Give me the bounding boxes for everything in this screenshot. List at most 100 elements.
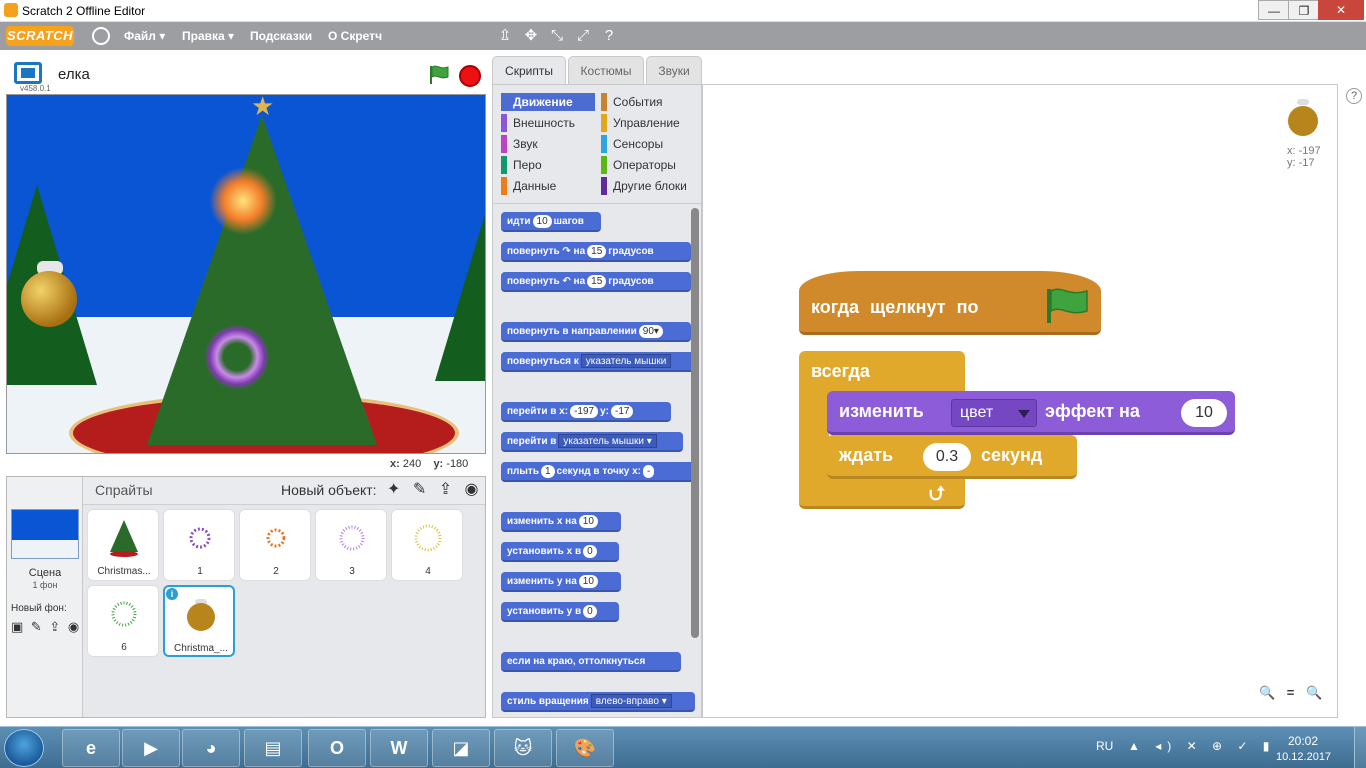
tab-sounds[interactable]: Звуки <box>646 56 702 84</box>
firework-orange-sprite[interactable] <box>209 167 277 235</box>
block-set-x[interactable]: установить х в0 <box>501 542 619 562</box>
dx-input[interactable]: 10 <box>578 515 598 528</box>
y-input[interactable]: -17 <box>610 405 634 418</box>
rotation-style-dropdown[interactable]: влево-вправо ▾ <box>590 694 672 708</box>
maximize-button[interactable]: ❐ <box>1288 0 1320 20</box>
green-flag-icon[interactable] <box>428 64 450 86</box>
menu-about[interactable]: О Скретч <box>328 29 382 43</box>
taskbar-explorer[interactable]: ▤ <box>244 729 302 767</box>
menu-tips[interactable]: Подсказки <box>250 29 312 43</box>
stop-icon[interactable] <box>459 65 481 87</box>
taskbar-scratch[interactable]: 🐱 <box>494 729 552 767</box>
category-operators[interactable]: Операторы <box>601 156 695 174</box>
direction-dropdown[interactable]: 90▾ <box>638 325 663 338</box>
taskbar-paint[interactable]: 🎨 <box>556 729 614 767</box>
block-set-y[interactable]: установить у в0 <box>501 602 619 622</box>
script-area[interactable]: x: -197 y: -17 когда щелкнут по всегда ⮍… <box>702 84 1338 718</box>
wait-block[interactable]: ждать 0.3 секунд <box>827 435 1077 479</box>
category-looks[interactable]: Внешность <box>501 114 595 132</box>
delete-cut-icon[interactable]: ✥ <box>522 27 540 45</box>
category-control[interactable]: Управление <box>601 114 695 132</box>
when-flag-clicked-block[interactable]: когда щелкнут по <box>799 271 1101 335</box>
minimize-button[interactable]: — <box>1258 0 1290 20</box>
block-change-x[interactable]: изменить х на 10 <box>501 512 621 532</box>
taskbar-firefox[interactable]: ◕ <box>182 729 240 767</box>
scene-thumbnail[interactable] <box>11 509 79 559</box>
effect-dropdown[interactable]: цвет <box>951 399 1037 427</box>
tab-scripts[interactable]: Скрипты <box>492 56 566 84</box>
steps-input[interactable]: 10 <box>532 215 552 228</box>
clock-date[interactable]: 10.12.2017 <box>1276 751 1331 763</box>
x-input[interactable]: -197 <box>570 405 599 418</box>
target-dropdown[interactable]: указатель мышки <box>580 354 672 368</box>
help-tool-icon[interactable]: ? <box>600 27 618 45</box>
category-events[interactable]: События <box>601 93 695 111</box>
taskbar-ie[interactable]: e <box>62 729 120 767</box>
language-indicator[interactable]: RU <box>1096 739 1113 753</box>
scratch-logo[interactable]: SCRATCH <box>6 26 74 46</box>
info-icon[interactable]: i <box>166 588 178 600</box>
clock-time[interactable]: 20:02 <box>1288 734 1318 748</box>
block-point-direction[interactable]: повернуть в направлении 90▾ <box>501 322 691 342</box>
menu-edit[interactable]: Правка ▾ <box>182 29 234 43</box>
seconds-input[interactable]: 1 <box>540 465 555 478</box>
sprite-tile-2[interactable]: 2 <box>239 509 311 581</box>
start-button[interactable] <box>4 729 44 767</box>
christmas-tree-sprite[interactable] <box>147 115 377 445</box>
dy-input[interactable]: 10 <box>578 575 598 588</box>
block-turn-right[interactable]: повернуть ↷ на 15 градусов <box>501 242 691 262</box>
palette-scrollbar[interactable] <box>691 208 699 638</box>
category-sensing[interactable]: Сенсоры <box>601 135 695 153</box>
block-goto-xy[interactable]: перейти в x: -197 y: -17 <box>501 402 671 422</box>
system-tray-icons[interactable]: ▲ ◂) ✕ ⊕ ✓ ▮ <box>1128 739 1275 753</box>
shrink-icon[interactable]: ⤢ <box>574 27 592 45</box>
tab-costumes[interactable]: Костюмы <box>568 56 644 84</box>
wait-seconds-input[interactable]: 0.3 <box>923 443 971 471</box>
close-button[interactable]: ✕ <box>1318 0 1364 20</box>
block-rotation-style[interactable]: стиль вращения влево-вправо ▾ <box>501 692 695 712</box>
show-desktop-button[interactable] <box>1354 727 1366 768</box>
taskbar-word[interactable]: W <box>370 729 428 767</box>
y-input[interactable]: 0 <box>583 605 597 618</box>
sprite-tile-ornament-selected[interactable]: i Christma_... <box>163 585 235 657</box>
block-bounce-edge[interactable]: если на краю, оттолкнуться <box>501 652 681 672</box>
category-pen[interactable]: Перо <box>501 156 595 174</box>
duplicate-icon[interactable]: ⇫ <box>496 27 514 45</box>
project-name[interactable]: елка <box>58 66 90 83</box>
block-change-y[interactable]: изменить у на 10 <box>501 572 621 592</box>
target-dropdown[interactable]: указатель мышки ▾ <box>558 434 657 448</box>
degrees-input[interactable]: 15 <box>587 275 607 288</box>
firework-purple-sprite[interactable] <box>205 325 269 389</box>
block-turn-left[interactable]: повернуть ↶ на 15 градусов <box>501 272 691 292</box>
zoom-controls[interactable]: 🔍 = 🔍 <box>1259 685 1326 701</box>
category-data[interactable]: Данные <box>501 177 595 195</box>
x-input[interactable]: 0 <box>583 545 597 558</box>
taskbar-media[interactable]: ▶ <box>122 729 180 767</box>
category-more-blocks[interactable]: Другие блоки <box>601 177 695 195</box>
help-icon[interactable]: ? <box>1346 88 1362 104</box>
new-backdrop-icons[interactable]: ▣ ✎ ⇪ ◉ <box>11 619 81 635</box>
ornament-sprite[interactable] <box>21 271 77 327</box>
block-goto-target[interactable]: перейти в указатель мышки ▾ <box>501 432 683 452</box>
sprite-tile-christmas-tree[interactable]: Christmas... <box>87 509 159 581</box>
block-move-steps[interactable]: идти 10 шагов <box>501 212 601 232</box>
language-globe-icon[interactable] <box>92 27 110 45</box>
taskbar-powerpoint[interactable]: ◪ <box>432 729 490 767</box>
effect-value-input[interactable]: 10 <box>1181 399 1227 427</box>
sprite-tile-6[interactable]: 6 <box>87 585 159 657</box>
stage[interactable]: ★ <box>6 94 486 454</box>
fullscreen-icon[interactable] <box>14 62 42 84</box>
grow-icon[interactable]: ⤡ <box>548 27 566 45</box>
category-sound[interactable]: Звук <box>501 135 595 153</box>
sprite-tile-1[interactable]: 1 <box>163 509 235 581</box>
menu-file[interactable]: Файл ▾ <box>124 29 165 43</box>
sprite-tile-3[interactable]: 3 <box>315 509 387 581</box>
degrees-input[interactable]: 15 <box>587 245 607 258</box>
taskbar-opera[interactable]: O <box>308 729 366 767</box>
new-sprite-icons[interactable]: ✦ ✎ ⇪ ◉ <box>387 479 483 499</box>
block-glide[interactable]: плыть 1 секунд в точку x: - <box>501 462 699 482</box>
block-point-towards[interactable]: повернуться к указатель мышки <box>501 352 699 372</box>
change-effect-block[interactable]: изменить цвет эффект на 10 <box>827 391 1235 435</box>
x-input[interactable]: - <box>643 465 655 478</box>
category-motion[interactable]: Движение <box>501 93 595 111</box>
